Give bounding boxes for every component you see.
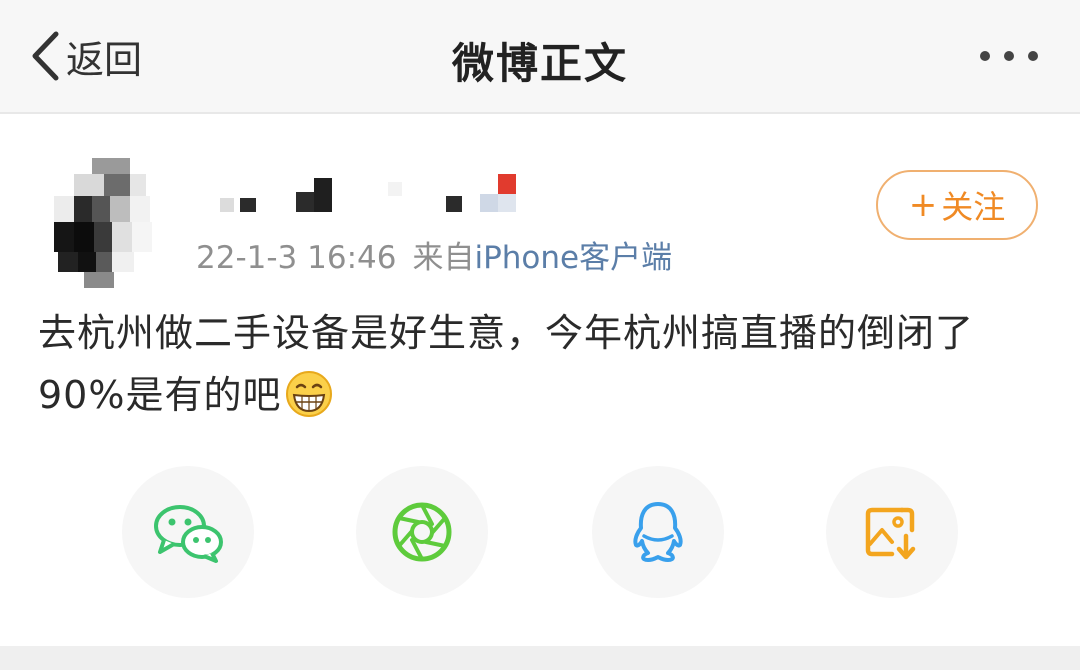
nickname-mosaic[interactable]	[220, 172, 520, 218]
post-source-prefix: 来自	[412, 240, 475, 276]
follow-button[interactable]: + 关注	[876, 170, 1038, 240]
plus-icon: +	[908, 185, 938, 225]
bottom-divider	[0, 646, 1080, 670]
post-time: 22-1-3 16:46	[196, 240, 397, 276]
share-wechat-button[interactable]	[122, 466, 254, 598]
nav-header: 返回 微博正文	[0, 0, 1080, 114]
post-source-device[interactable]: iPhone客户端	[474, 240, 672, 276]
more-dots-icon[interactable]	[974, 38, 1044, 74]
share-moments-button[interactable]	[356, 466, 488, 598]
share-qq-button[interactable]	[592, 466, 724, 598]
moments-icon	[392, 502, 452, 562]
follow-label: 关注	[941, 188, 1006, 226]
page-title: 微博正文	[451, 39, 628, 88]
post-text: 去杭州做二手设备是好生意，今年杭州搞直播的倒闭了90%是有的吧	[38, 311, 975, 417]
wechat-icon	[154, 505, 223, 563]
post-content: 去杭州做二手设备是好生意，今年杭州搞直播的倒闭了90%是有的吧	[38, 302, 1048, 426]
save-image-button[interactable]	[826, 466, 958, 598]
grin-emoji-icon	[286, 371, 333, 417]
qq-icon	[633, 502, 683, 562]
avatar[interactable]	[54, 158, 166, 288]
post-meta: 22-1-3 16:46 来自iPhone客户端	[196, 232, 672, 277]
save-image-icon	[865, 507, 916, 560]
